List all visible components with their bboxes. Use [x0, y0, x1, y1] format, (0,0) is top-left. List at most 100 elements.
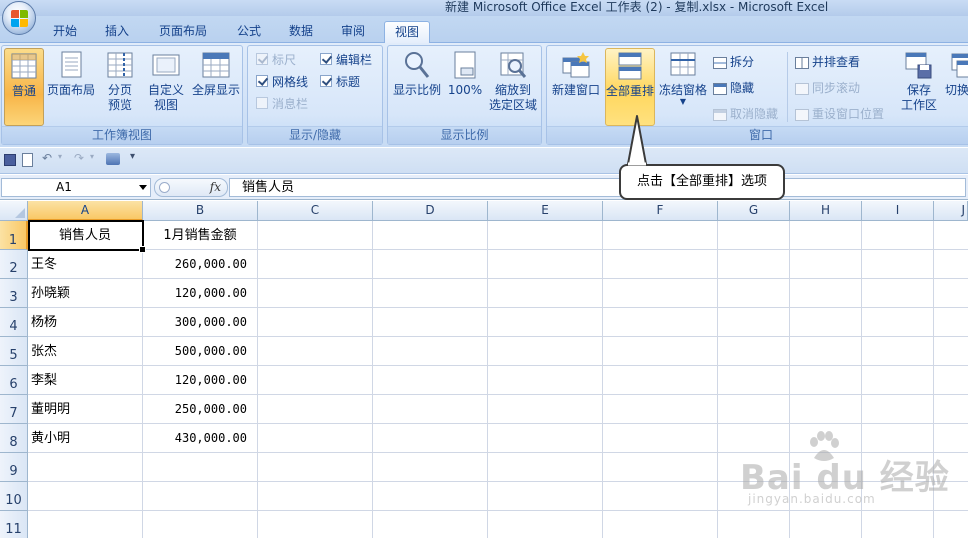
view-side-by-side-button[interactable]: 并排查看 [795, 54, 860, 70]
cell-a5[interactable]: 张杰 [31, 337, 57, 366]
cell-b2[interactable]: 260,000.00 [143, 250, 247, 279]
switch-windows-button[interactable]: 切换窗 [943, 48, 968, 98]
cell-b8[interactable]: 430,000.00 [143, 424, 247, 453]
column-header-j[interactable]: J [934, 201, 968, 221]
freeze-panes-button[interactable]: 冻结窗格 ▼ [657, 48, 709, 106]
custom-views-label-2: 视图 [153, 98, 178, 112]
row-header-7[interactable]: 7 [0, 395, 28, 424]
row-header-11[interactable]: 11 [0, 511, 28, 538]
undo-dropdown-icon[interactable]: ▾ [58, 152, 62, 161]
zoom-selection-label-1: 缩放到 [494, 83, 531, 97]
normal-view-button[interactable]: 普通 [4, 48, 44, 126]
name-box[interactable]: A1 [1, 178, 151, 197]
save-workspace-button[interactable]: 保存 工作区 [897, 48, 941, 113]
chevron-down-icon[interactable] [139, 185, 147, 190]
row-header-1[interactable]: 1 [0, 221, 28, 250]
column-header-h[interactable]: H [790, 201, 862, 221]
gridline [372, 221, 373, 538]
save-workspace-label-2: 工作区 [900, 98, 937, 112]
new-window-button[interactable]: 新建窗口 [550, 48, 602, 98]
row-header-6[interactable]: 6 [0, 366, 28, 395]
hide-window-button[interactable]: 隐藏 [713, 80, 754, 96]
side-by-side-label: 并排查看 [812, 55, 861, 69]
redo-icon[interactable]: ↷ [74, 151, 84, 165]
cell-a6[interactable]: 李梨 [31, 366, 57, 395]
column-header-a[interactable]: A [28, 201, 143, 221]
page-100-icon [454, 51, 476, 79]
row-header-8[interactable]: 8 [0, 424, 28, 453]
cell-a2[interactable]: 王冬 [31, 250, 57, 279]
column-header-i[interactable]: I [862, 201, 934, 221]
select-all-corner[interactable] [0, 201, 28, 221]
headings-label: 标题 [336, 75, 361, 89]
row-header-10[interactable]: 10 [0, 482, 28, 511]
tab-page-layout[interactable]: 页面布局 [150, 21, 216, 43]
formula-bar-checkbox[interactable]: 编辑栏 [320, 52, 372, 68]
tab-formulas[interactable]: 公式 [228, 21, 270, 43]
row-header-3[interactable]: 3 [0, 279, 28, 308]
zoom-100-button[interactable]: 100% [446, 48, 484, 98]
insert-function-button[interactable]: fx [210, 179, 221, 196]
expand-icon[interactable] [159, 182, 170, 193]
group-zoom: 显示比例 100% 缩放到 选定区域 显示比例 [387, 45, 542, 145]
sync-scroll-button: 同步滚动 [795, 80, 860, 96]
column-header-c[interactable]: C [258, 201, 373, 221]
row-header-4[interactable]: 4 [0, 308, 28, 337]
undo-icon[interactable]: ↶ [42, 151, 52, 165]
tab-insert[interactable]: 插入 [96, 21, 138, 43]
tab-review[interactable]: 审阅 [332, 21, 374, 43]
split-button[interactable]: 拆分 [713, 54, 754, 70]
cell-b6[interactable]: 120,000.00 [143, 366, 247, 395]
cell-b1[interactable]: 1月销售金额 [143, 221, 257, 250]
cell-a4[interactable]: 杨杨 [31, 308, 57, 337]
message-bar-label: 消息栏 [272, 97, 309, 111]
custom-views-label-1: 自定义 [147, 83, 184, 97]
cell-a3[interactable]: 孙晓颖 [31, 279, 70, 308]
column-header-d[interactable]: D [373, 201, 488, 221]
message-bar-checkbox: 消息栏 [256, 96, 308, 112]
gridlines-checkbox[interactable]: 网格线 [256, 74, 308, 90]
watermark-brand: Bai du 经验 [740, 458, 950, 498]
cell-a7[interactable]: 董明明 [31, 395, 70, 424]
unhide-window-button: 取消隐藏 [713, 106, 778, 122]
unhide-window-icon [713, 108, 727, 121]
cell-b7[interactable]: 250,000.00 [143, 395, 247, 424]
window-title: 新建 Microsoft Office Excel 工作表 (2) - 复制.x… [445, 0, 829, 14]
cell-b5[interactable]: 500,000.00 [143, 337, 247, 366]
checkbox-icon [256, 75, 268, 87]
headings-checkbox[interactable]: 标题 [320, 74, 360, 90]
page-layout-view-button[interactable]: 页面布局 [46, 48, 96, 98]
custom-views-button[interactable]: 自定义 视图 [144, 48, 188, 113]
split-label: 拆分 [730, 55, 755, 69]
row-header-9[interactable]: 9 [0, 453, 28, 482]
formula-input[interactable]: 销售人员 [229, 178, 966, 197]
page-break-preview-button[interactable]: 分页 预览 [98, 48, 142, 113]
sort-icon[interactable] [106, 153, 120, 165]
row-header-5[interactable]: 5 [0, 337, 28, 366]
customize-qat-icon[interactable]: ▾ [130, 151, 135, 162]
column-header-f[interactable]: F [603, 201, 718, 221]
split-icon [713, 56, 727, 69]
zoom-to-selection-button[interactable]: 缩放到 选定区域 [486, 48, 540, 113]
zoom-button[interactable]: 显示比例 [390, 48, 444, 98]
page-break-label-1: 分页 [107, 83, 132, 97]
cell-b4[interactable]: 300,000.00 [143, 308, 247, 337]
cell-a8[interactable]: 黄小明 [31, 424, 70, 453]
callout-text: 点击【全部重排】选项 [636, 174, 767, 189]
switch-windows-label: 切换窗 [944, 83, 968, 97]
tab-view[interactable]: 视图 [384, 21, 430, 44]
unhide-window-label: 取消隐藏 [730, 107, 779, 121]
save-icon[interactable] [4, 154, 16, 166]
tab-data[interactable]: 数据 [280, 21, 322, 43]
column-header-g[interactable]: G [718, 201, 790, 221]
column-header-e[interactable]: E [488, 201, 603, 221]
fullscreen-button[interactable]: 全屏显示 [190, 48, 242, 98]
row-header-2[interactable]: 2 [0, 250, 28, 279]
tab-home[interactable]: 开始 [44, 21, 86, 43]
new-file-icon[interactable] [22, 153, 33, 167]
checkbox-icon [256, 53, 268, 65]
redo-dropdown-icon[interactable]: ▾ [90, 152, 94, 161]
cell-b3[interactable]: 120,000.00 [143, 279, 247, 308]
column-header-b[interactable]: B [143, 201, 258, 221]
office-button[interactable] [2, 1, 36, 35]
